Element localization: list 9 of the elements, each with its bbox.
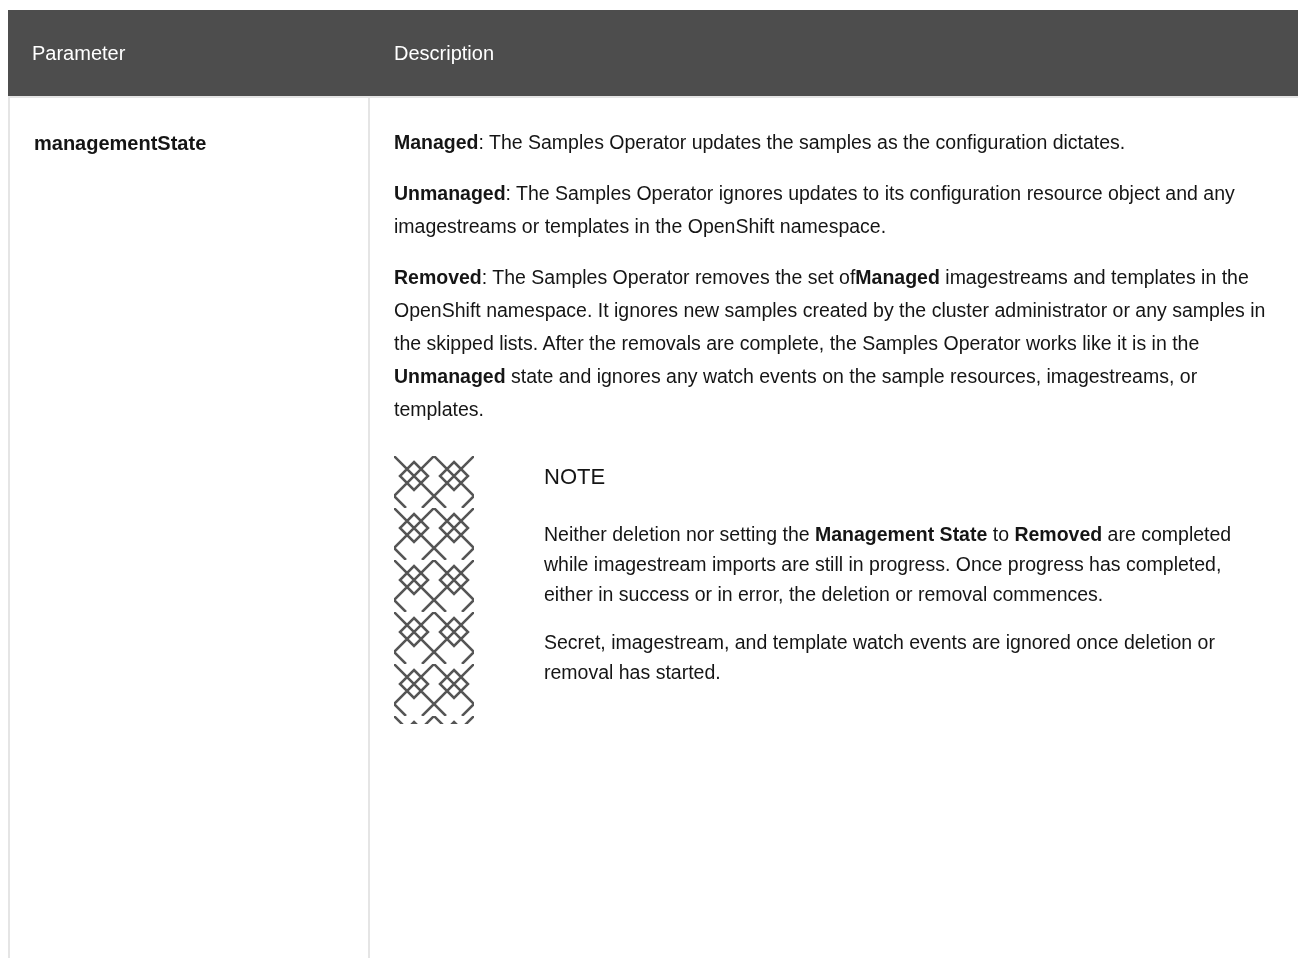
- column-header: Description: [370, 10, 1298, 96]
- note-paragraph: Neither deletion nor setting the Management State to Removed are completed while imagestream imports are still in progress. Once progress has completed, either in success or in error, the deletion or removal commences.: [544, 522, 1233, 607]
- column-header: Parameter: [8, 10, 370, 96]
- note-paragraph: Secret, imagestream, and template watch events are ignored once deletion or removal has started.: [544, 630, 1216, 685]
- note-title: NOTE: [544, 463, 607, 491]
- description-paragraph: Managed: The Samples Operator updates the samples as the configuration dictates.: [394, 130, 1127, 155]
- description-paragraph: Removed: The Samples Operator removes the set ofManaged imagestreams and templates in the OpenShift namespace. It ignores new samples created by the cluster administrator or any samples in the skipped lists. After the removals are complete, the Samples Operator works like it is in the Unmanaged state and ignores any watch events on the sample resources, imagestreams, or templates.: [394, 265, 1267, 422]
- description-paragraph: Unmanaged: The Samples Operator ignores updates to its configuration resource object and any imagestreams or templates in the OpenShift namespace.: [394, 181, 1236, 239]
- parameter-name: managementState: [34, 132, 207, 154]
